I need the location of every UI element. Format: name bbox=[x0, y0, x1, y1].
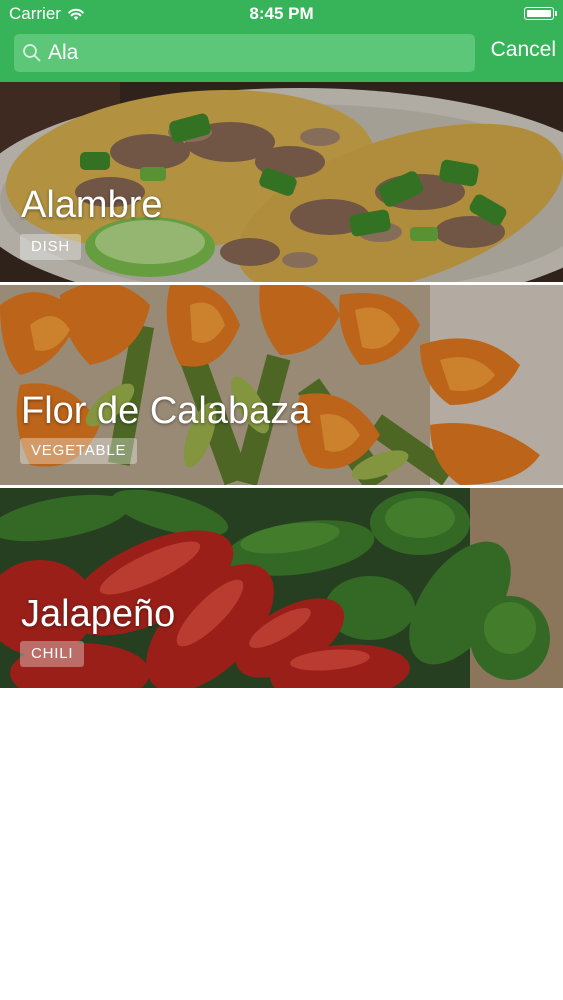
results-list: Alambre DISH Flor de Calabaza VEGETABLE … bbox=[0, 82, 563, 688]
result-title: Flor de Calabaza bbox=[21, 390, 311, 432]
search-icon bbox=[23, 44, 41, 62]
result-card[interactable]: Jalapeño CHILI bbox=[0, 488, 563, 688]
category-badge: VEGETABLE bbox=[20, 438, 138, 464]
status-time: 8:45 PM bbox=[249, 4, 314, 23]
nav-header: Carrier 8:45 PM Cancel bbox=[0, 0, 563, 82]
result-card[interactable]: Alambre DISH bbox=[0, 82, 563, 282]
jalapeno-photo bbox=[0, 488, 563, 688]
search-field[interactable] bbox=[14, 34, 475, 72]
result-title: Alambre bbox=[21, 184, 163, 226]
search-row: Cancel bbox=[0, 34, 563, 72]
battery-icon bbox=[524, 7, 557, 20]
cancel-button[interactable]: Cancel bbox=[491, 38, 556, 62]
category-badge: DISH bbox=[20, 234, 82, 260]
alambre-photo bbox=[0, 82, 563, 282]
result-card[interactable]: Flor de Calabaza VEGETABLE bbox=[0, 285, 563, 485]
status-bar: Carrier 8:45 PM bbox=[0, 0, 563, 28]
search-input[interactable] bbox=[48, 34, 448, 72]
category-badge: CHILI bbox=[20, 641, 85, 667]
result-title: Jalapeño bbox=[21, 593, 176, 635]
